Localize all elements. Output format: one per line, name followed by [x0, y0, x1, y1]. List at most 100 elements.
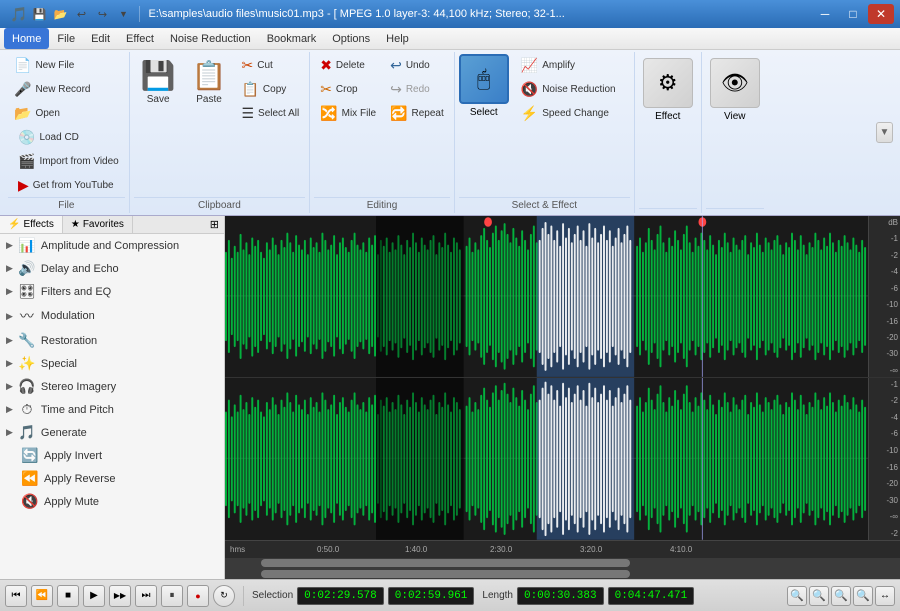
delete-btn[interactable]: ✖ Delete [314, 54, 382, 77]
paste-icon: 📋 [192, 59, 227, 92]
menu-edit[interactable]: Edit [83, 28, 118, 49]
menu-options[interactable]: Options [324, 28, 378, 49]
sidebar-item-delay[interactable]: ▶ 🔊 Delay and Echo [0, 257, 224, 280]
scrollbar-top[interactable] [225, 558, 900, 569]
transport-fast-forward[interactable]: ▶▶ [109, 585, 131, 607]
timeline-3-20: 3:20.0 [580, 545, 602, 554]
cut-btn[interactable]: ✂ Cut [235, 54, 305, 77]
amplitude-label: Amplitude and Compression [41, 240, 179, 252]
get-youtube-btn[interactable]: ▶ Get from YouTube [12, 174, 120, 197]
redo-btn[interactable]: ↪ Redo [384, 78, 450, 101]
selection-start-field: 0:02:29.578 [297, 587, 384, 605]
scroll-thumb-top[interactable] [261, 559, 630, 567]
db-b-30: -30 [871, 496, 898, 505]
zoom-full-btn[interactable]: ↔ [875, 586, 895, 606]
menu-help[interactable]: Help [378, 28, 417, 49]
redo-icon: ↪ [390, 81, 402, 98]
expand-icon: ▶ [6, 311, 13, 322]
open-btn[interactable]: 📂 Open [8, 102, 66, 125]
noise-reduction-btn[interactable]: 🔇 Noise Reduction [515, 78, 622, 101]
transport-pause[interactable]: ⏸ [161, 585, 183, 607]
maximize-btn[interactable]: □ [840, 4, 866, 24]
db-label-6: -6 [871, 284, 898, 293]
transport-skip-back[interactable]: ⏮ [5, 585, 27, 607]
save-quick-btn[interactable]: 💾 [30, 5, 48, 23]
crop-btn[interactable]: ✂ Crop [314, 78, 382, 101]
menu-noise-reduction[interactable]: Noise Reduction [162, 28, 259, 49]
menu-bookmark[interactable]: Bookmark [259, 28, 325, 49]
scrollbar-bottom[interactable] [225, 568, 900, 579]
delay-label: Delay and Echo [41, 263, 119, 275]
zoom-fit-btn[interactable]: 🔍 [853, 586, 873, 606]
load-cd-btn[interactable]: 💿 Load CD [12, 126, 85, 149]
sidebar-item-time[interactable]: ▶ ⏱ Time and Pitch [0, 398, 224, 421]
sidebar-expand-btn[interactable]: ⊞ [205, 216, 224, 233]
qat-dropdown-btn[interactable]: ▼ [114, 5, 132, 23]
clipboard-group-label: Clipboard [134, 197, 305, 211]
minimize-btn[interactable]: ─ [812, 4, 838, 24]
db-b-2: -2 [871, 396, 898, 405]
new-file-icon: 📄 [14, 57, 31, 74]
transport-loop[interactable]: ↻ [213, 585, 235, 607]
zoom-out-btn[interactable]: 🔍 [809, 586, 829, 606]
menu-effect[interactable]: Effect [118, 28, 162, 49]
menu-home[interactable]: Home [4, 28, 49, 49]
mix-file-btn[interactable]: 🔀 Mix File [314, 102, 382, 125]
save-btn[interactable]: 💾 Save [134, 54, 183, 110]
db-b-inf: -∞ [871, 512, 898, 521]
paste-btn[interactable]: 📋 Paste [185, 54, 234, 110]
tab-favorites[interactable]: ★ Favorites [63, 216, 133, 233]
undo-btn[interactable]: ↩ Undo [384, 54, 450, 77]
sidebar-item-generate[interactable]: ▶ 🎵 Generate [0, 421, 224, 444]
transport-play[interactable]: ▶ [83, 585, 105, 607]
tab-effects[interactable]: ⚡ Effects [0, 216, 63, 233]
apply-reverse-label: Apply Reverse [44, 473, 116, 485]
redo-quick-btn[interactable]: ↪ [93, 5, 111, 23]
sidebar-item-restoration[interactable]: ▶ 🔧 Restoration [0, 329, 224, 352]
select-large-btn[interactable]: 🖱 [459, 54, 509, 104]
timeline: hms 0:50.0 1:40.0 2:30.0 3:20.0 4:10.0 [225, 540, 900, 558]
sidebar-item-apply-reverse[interactable]: ⏪ Apply Reverse [0, 467, 224, 490]
transport-stop[interactable]: ■ [57, 585, 79, 607]
transport-skip-forward[interactable]: ⏭ [135, 585, 157, 607]
sidebar-item-amplitude[interactable]: ▶ 📊 Amplitude and Compression [0, 234, 224, 257]
open-quick-btn[interactable]: 📂 [51, 5, 69, 23]
repeat-btn[interactable]: 🔁 Repeat [384, 102, 450, 125]
ribbon-group-file: 📄 New File 🎤 New Record 📂 Open 💿 Load CD… [4, 52, 130, 213]
view-large-btn[interactable]: 👁 [710, 58, 760, 108]
db-label-10: -10 [871, 300, 898, 309]
new-record-btn[interactable]: 🎤 New Record [8, 78, 96, 101]
select-all-btn[interactable]: ☰ Select All [235, 102, 305, 125]
effect-large-btn[interactable]: ⚙ [643, 58, 693, 108]
apply-invert-icon: 🔄 [21, 447, 39, 464]
transport-rewind[interactable]: ⏪ [31, 585, 53, 607]
menu-file[interactable]: File [49, 28, 83, 49]
undo-quick-btn[interactable]: ↩ [72, 5, 90, 23]
import-video-btn[interactable]: 🎬 Import from Video [12, 150, 125, 173]
sidebar-item-filters[interactable]: ▶ 🎛 Filters and EQ [0, 280, 224, 303]
zoom-select-btn[interactable]: 🔍 [831, 586, 851, 606]
speed-change-btn[interactable]: ⚡ Speed Change [515, 102, 622, 125]
view-group-label [706, 208, 764, 211]
new-file-btn[interactable]: 📄 New File [8, 54, 80, 77]
sidebar-item-modulation[interactable]: ▶ 〰 Modulation [0, 303, 224, 329]
sidebar-item-stereo[interactable]: ▶ 🎧 Stereo Imagery [0, 375, 224, 398]
sidebar-item-apply-mute[interactable]: 🔇 Apply Mute [0, 490, 224, 513]
transport-record[interactable]: ● [187, 585, 209, 607]
main-area: ⚡ Effects ★ Favorites ⊞ ▶ 📊 Amplitude an… [0, 216, 900, 579]
copy-btn[interactable]: 📋 Copy [235, 78, 305, 101]
db-label-inf: -∞ [871, 366, 898, 375]
ribbon-scroll-btn[interactable]: ▼ [876, 122, 893, 143]
amplify-btn[interactable]: 📈 Amplify [515, 54, 622, 77]
app-icon: 🎵 [10, 6, 27, 23]
sidebar-item-apply-invert[interactable]: 🔄 Apply Invert [0, 444, 224, 467]
expand-icon: ▶ [6, 286, 13, 297]
timeline-1-40: 1:40.0 [405, 545, 427, 554]
close-btn[interactable]: ✕ [868, 4, 894, 24]
load-cd-icon: 💿 [18, 129, 35, 146]
sidebar-item-special[interactable]: ▶ ✨ Special [0, 352, 224, 375]
zoom-in-btn[interactable]: 🔍 [787, 586, 807, 606]
stereo-icon: 🎧 [18, 378, 36, 395]
scroll-thumb-bottom[interactable] [261, 570, 630, 578]
db-label-4: -4 [871, 267, 898, 276]
